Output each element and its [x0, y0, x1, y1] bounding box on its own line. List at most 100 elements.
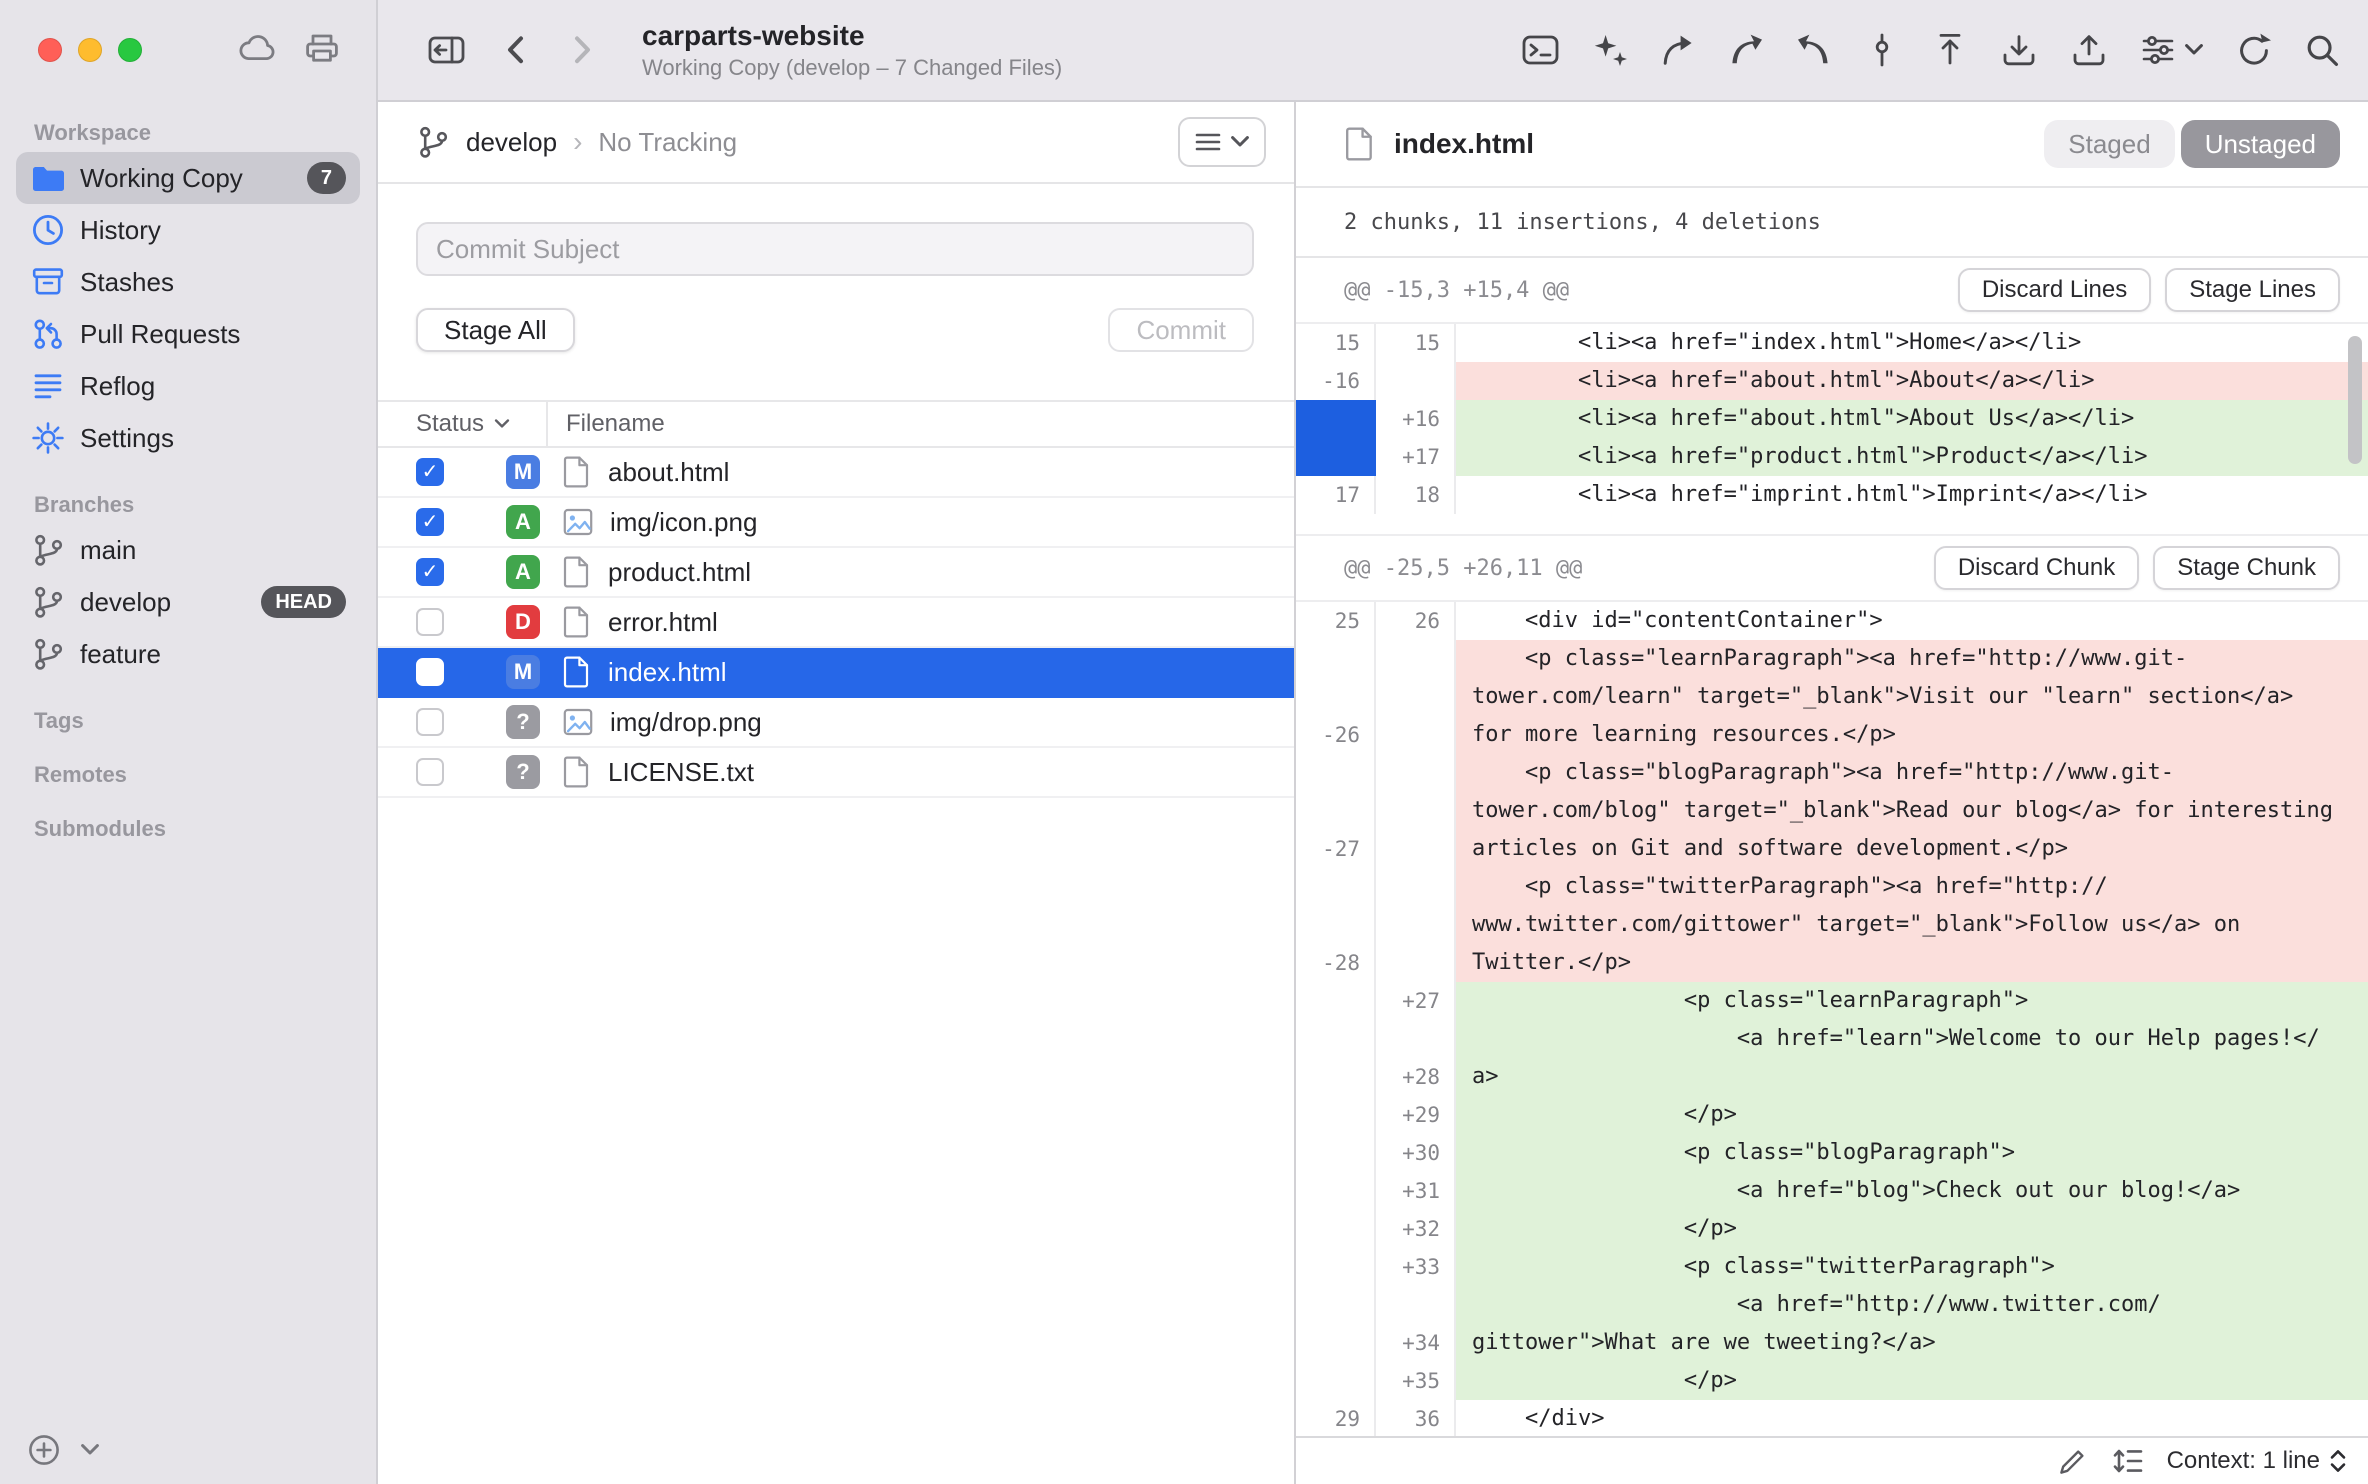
stage-button[interactable]: Stage Chunk [2153, 546, 2340, 590]
diff-line[interactable]: +17 <li><a href="product.html">Product</… [1296, 438, 2368, 476]
sidebar-sections: WorkspaceWorking Copy7HistoryStashesPull… [0, 0, 376, 842]
new-line-number [1376, 868, 1456, 906]
diff-line[interactable]: tower.com/learn" target="_blank">Visit o… [1296, 678, 2368, 716]
diff-line[interactable]: +30 <p class="blogParagraph"> [1296, 1134, 2368, 1172]
document-file-icon [562, 455, 592, 489]
commit-subject-input[interactable] [416, 222, 1254, 276]
diff-line[interactable]: <p class="blogParagraph"><a href="http:/… [1296, 754, 2368, 792]
diff-line[interactable]: <a href="learn">Welcome to our Help page… [1296, 1020, 2368, 1058]
stepper-icon[interactable] [2328, 1447, 2348, 1475]
status-column-header[interactable]: Status [378, 402, 548, 446]
diff-line[interactable]: +28a> [1296, 1058, 2368, 1096]
diff-line[interactable]: tower.com/blog" target="_blank">Read our… [1296, 792, 2368, 830]
panel-toggle-icon[interactable] [428, 32, 466, 68]
options-chevron-icon[interactable] [80, 1443, 100, 1457]
context-control[interactable]: Context: 1 line [2167, 1447, 2348, 1475]
sidebar-item-settings[interactable]: Settings [16, 412, 360, 464]
discard-button[interactable]: Discard Chunk [1934, 546, 2139, 590]
forward-icon[interactable] [566, 32, 598, 68]
stage-all-button[interactable]: Stage All [416, 308, 575, 352]
push-icon[interactable] [2070, 32, 2108, 68]
diff-line[interactable]: 2936 </div> [1296, 1400, 2368, 1436]
file-row-product-html[interactable]: ✓Aproduct.html [378, 548, 1294, 598]
sidebar-item-reflog[interactable]: Reflog [16, 360, 360, 412]
diff-line[interactable]: 1515 <li><a href="index.html">Home</a></… [1296, 324, 2368, 362]
cloud-icon[interactable] [238, 32, 276, 64]
terminal-icon[interactable] [1522, 32, 1560, 68]
refresh-icon[interactable] [2236, 32, 2272, 68]
diff-code: </p> [1456, 1362, 2368, 1400]
diff-line[interactable]: -27articles on Git and software developm… [1296, 830, 2368, 868]
file-row-img-drop-png[interactable]: ?img/drop.png [378, 698, 1294, 748]
file-checkbox[interactable]: ✓ [416, 558, 444, 586]
diff-line[interactable]: -16 <li><a href="about.html">About</a></… [1296, 362, 2368, 400]
sidebar-item-pull-requests[interactable]: Pull Requests [16, 308, 360, 360]
zoom-window-button[interactable] [118, 38, 142, 62]
diff-line[interactable]: -28Twitter.</p> [1296, 944, 2368, 982]
workflows-dropdown[interactable] [2140, 32, 2204, 68]
diff-line[interactable]: +33 <p class="twitterParagraph"> [1296, 1248, 2368, 1286]
rebase-icon[interactable] [1796, 32, 1832, 68]
diff-line[interactable]: +16 <li><a href="about.html">About Us</a… [1296, 400, 2368, 438]
unstaged-tab[interactable]: Unstaged [2181, 120, 2340, 168]
diff-line[interactable]: <a href="http://www.twitter.com/ [1296, 1286, 2368, 1324]
diff-line[interactable]: 2526 <div id="contentContainer"> [1296, 602, 2368, 640]
breadcrumb-tracking[interactable]: No Tracking [598, 127, 737, 158]
file-row-about-html[interactable]: ✓Mabout.html [378, 448, 1294, 498]
cherry-pick-icon[interactable] [1864, 32, 1900, 68]
quick-actions-icon[interactable] [1592, 32, 1628, 68]
diff-line[interactable]: +29 </p> [1296, 1096, 2368, 1134]
staged-tab[interactable]: Staged [2044, 120, 2174, 168]
diff-line[interactable]: 1718 <li><a href="imprint.html">Imprint<… [1296, 476, 2368, 514]
old-line-number [1296, 754, 1376, 792]
diff-line[interactable]: <p class="learnParagraph"><a href="http:… [1296, 640, 2368, 678]
close-window-button[interactable] [38, 38, 62, 62]
search-icon[interactable] [2304, 32, 2340, 68]
scrollbar-thumb[interactable] [2348, 336, 2362, 464]
file-row-error-html[interactable]: Derror.html [378, 598, 1294, 648]
file-checkbox[interactable] [416, 708, 444, 736]
breadcrumb-branch[interactable]: develop [466, 127, 557, 158]
file-row-license-txt[interactable]: ?LICENSE.txt [378, 748, 1294, 798]
diff-line[interactable]: +34gittower">What are we tweeting?</a> [1296, 1324, 2368, 1362]
sidebar-item-feature[interactable]: feature [16, 628, 360, 680]
chevron-down-icon [1230, 135, 1250, 149]
file-checkbox[interactable] [416, 608, 444, 636]
file-checkbox[interactable] [416, 758, 444, 786]
edit-mode-icon[interactable] [2057, 1445, 2089, 1477]
file-checkbox[interactable]: ✓ [416, 508, 444, 536]
add-repository-icon[interactable] [28, 1434, 60, 1466]
diff-line[interactable]: +27 <p class="learnParagraph"> [1296, 982, 2368, 1020]
diff-line[interactable]: -26for more learning resources.</p> [1296, 716, 2368, 754]
diff-line[interactable]: +35 </p> [1296, 1362, 2368, 1400]
pull-icon[interactable] [2000, 32, 2038, 68]
diff-line[interactable]: +32 </p> [1296, 1210, 2368, 1248]
devices-icon[interactable] [304, 32, 340, 64]
sidebar-item-stashes[interactable]: Stashes [16, 256, 360, 308]
back-icon[interactable] [500, 32, 532, 68]
diff-line[interactable]: +31 <a href="blog">Check out our blog!</… [1296, 1172, 2368, 1210]
minimize-window-button[interactable] [78, 38, 102, 62]
file-checkbox[interactable]: ✓ [416, 458, 444, 486]
diff-line[interactable]: www.twitter.com/gittower" target="_blank… [1296, 906, 2368, 944]
sidebar-item-main[interactable]: main [16, 524, 360, 576]
new-line-number: +33 [1376, 1248, 1456, 1286]
line-spacing-icon[interactable] [2111, 1445, 2145, 1477]
merge-icon[interactable] [1728, 32, 1764, 68]
commit-button[interactable]: Commit [1108, 308, 1254, 352]
diff-line[interactable]: <p class="twitterParagraph"><a href="htt… [1296, 868, 2368, 906]
view-options-button[interactable] [1178, 117, 1266, 167]
discard-button[interactable]: Discard Lines [1958, 268, 2151, 312]
file-row-index-html[interactable]: Mindex.html [378, 648, 1294, 698]
file-checkbox[interactable] [416, 658, 444, 686]
sidebar-item-develop[interactable]: developHEAD [16, 576, 360, 628]
sidebar-item-history[interactable]: History [16, 204, 360, 256]
sidebar-item-working-copy[interactable]: Working Copy7 [16, 152, 360, 204]
file-row-img-icon-png[interactable]: ✓Aimg/icon.png [378, 498, 1294, 548]
stage-button[interactable]: Stage Lines [2165, 268, 2340, 312]
checkout-icon[interactable] [1660, 32, 1696, 68]
sidebar-item-label: History [80, 215, 346, 246]
stash-icon[interactable] [1932, 32, 1968, 68]
filename-column-header[interactable]: Filename [548, 410, 665, 438]
new-line-number: +28 [1376, 1058, 1456, 1096]
